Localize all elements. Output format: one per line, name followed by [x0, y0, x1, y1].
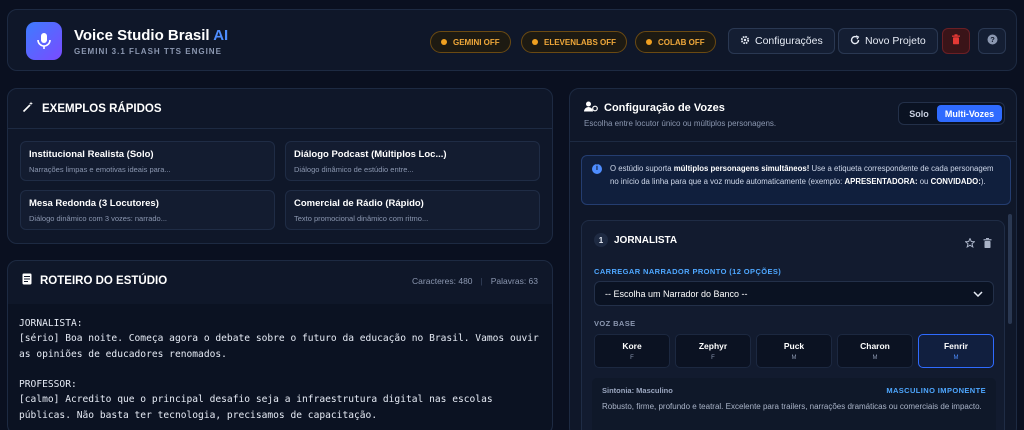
- gear-icon: [740, 35, 750, 48]
- preset-label: CARREGAR NARRADOR PRONTO (12 OPÇÕES): [594, 267, 782, 276]
- info-icon: i: [592, 164, 602, 174]
- voice-gender: F: [711, 355, 715, 361]
- voice-option-charon[interactable]: Charon M: [837, 334, 913, 368]
- voice-option-puck[interactable]: Puck M: [756, 334, 832, 368]
- example-card[interactable]: Comercial de Rádio (Rápido) Texto promoc…: [285, 190, 540, 230]
- voice-gender: M: [953, 355, 959, 361]
- voice-description: Robusto, firme, profundo e teatral. Exce…: [602, 402, 982, 411]
- gemini-status-badge: GEMINI OFF: [430, 31, 511, 53]
- status-dot-icon: [646, 39, 652, 45]
- voices-scrollbar[interactable]: [1008, 209, 1012, 430]
- refresh-icon: [850, 34, 860, 48]
- quick-examples-panel: EXEMPLOS RÁPIDOS Institucional Realista …: [7, 88, 553, 244]
- magic-wand-icon: [22, 101, 34, 116]
- divider: [570, 141, 1016, 142]
- example-desc: Narrações limpas e emotivas ideais para.…: [29, 165, 171, 174]
- delete-project-button[interactable]: [942, 28, 970, 54]
- char-count: Caracteres: 480: [412, 276, 473, 286]
- divider: [8, 128, 552, 129]
- speaker-name: JORNALISTA: [614, 235, 678, 246]
- script-text[interactable]: JORNALISTA: [sério] Boa noite. Começa ag…: [19, 316, 539, 423]
- voice-option-kore[interactable]: Kore F: [594, 334, 670, 368]
- app-title: Voice Studio Brasil AI: [74, 27, 229, 44]
- svg-text:?: ?: [990, 35, 995, 44]
- example-desc: Texto promocional dinâmico com ritmo...: [294, 214, 429, 223]
- voice-gender: F: [630, 355, 634, 361]
- help-icon: ?: [987, 32, 998, 50]
- voice-config-subtitle: Escolha entre locutor único ou múltiplos…: [584, 119, 777, 128]
- speaker-number: 1: [594, 233, 608, 247]
- status-dot-icon: [532, 39, 538, 45]
- trash-icon: [951, 32, 961, 50]
- multi-voice-info: i O estúdio suporta múltiplos personagen…: [581, 155, 1011, 205]
- example-title: Comercial de Rádio (Rápido): [294, 198, 424, 209]
- voice-gender: M: [791, 355, 797, 361]
- examples-header: EXEMPLOS RÁPIDOS: [22, 101, 162, 116]
- help-button[interactable]: ?: [978, 28, 1006, 54]
- new-project-button[interactable]: Novo Projeto: [838, 28, 938, 54]
- app-header: Voice Studio Brasil AI GEMINI 3.1 FLASH …: [7, 9, 1017, 71]
- studio-script-panel: ROTEIRO DO ESTÚDIO Caracteres: 480 | Pal…: [7, 260, 553, 430]
- example-card[interactable]: Mesa Redonda (3 Locutores) Diálogo dinâm…: [20, 190, 275, 230]
- colab-status-badge: COLAB OFF: [635, 31, 716, 53]
- mode-multi-button[interactable]: Multi-Vozes: [937, 105, 1002, 122]
- users-cog-icon: [584, 101, 598, 115]
- preset-selected-value: -- Escolha um Narrador do Banco --: [605, 288, 748, 299]
- voice-config-title: Configuração de Vozes: [604, 102, 725, 114]
- word-count: Palavras: 63: [490, 276, 538, 286]
- voice-name: Fenrir: [943, 341, 969, 351]
- example-desc: Diálogo dinâmico de estúdio entre...: [294, 165, 414, 174]
- voice-option-fenrir[interactable]: Fenrir M: [918, 334, 994, 368]
- example-card[interactable]: Diálogo Podcast (Múltiplos Loc...) Diálo…: [285, 141, 540, 181]
- count-separator: |: [480, 276, 483, 286]
- script-counts: Caracteres: 480 | Palavras: 63: [412, 276, 538, 286]
- voice-config-header: Configuração de Vozes: [584, 101, 725, 115]
- elevenlabs-status-badge: ELEVENLABS OFF: [521, 31, 628, 53]
- voice-option-zephyr[interactable]: Zephyr F: [675, 334, 751, 368]
- examples-title: EXEMPLOS RÁPIDOS: [42, 102, 162, 115]
- chevron-down-icon: [973, 289, 983, 299]
- voice-tuning-box: Sintonia: Masculino MASCULINO IMPONENTE …: [592, 378, 996, 430]
- script-editor[interactable]: JORNALISTA: [sério] Boa noite. Começa ag…: [8, 304, 552, 430]
- example-title: Institucional Realista (Solo): [29, 149, 154, 160]
- example-card[interactable]: Institucional Realista (Solo) Narrações …: [20, 141, 275, 181]
- microphone-logo-icon: [26, 22, 62, 60]
- script-title: ROTEIRO DO ESTÚDIO: [40, 274, 168, 287]
- example-title: Mesa Redonda (3 Locutores): [29, 198, 159, 209]
- document-icon: [22, 273, 32, 288]
- app-subtitle: GEMINI 3.1 FLASH TTS ENGINE: [74, 47, 222, 56]
- example-desc: Diálogo dinâmico com 3 vozes: narrado...: [29, 214, 167, 223]
- voice-mode-toggle: Solo Multi-Vozes: [898, 102, 1005, 125]
- voice-profile-badge: MASCULINO IMPONENTE: [886, 386, 986, 395]
- voice-gender: M: [872, 355, 878, 361]
- star-icon[interactable]: [964, 235, 976, 253]
- voice-name: Zephyr: [698, 341, 728, 351]
- speaker-card: 1 JORNALISTA CARREGAR NARRADOR PRONTO (1…: [581, 220, 1005, 430]
- trash-icon[interactable]: [983, 235, 992, 253]
- settings-button[interactable]: Configurações: [728, 28, 835, 54]
- voice-name: Kore: [622, 341, 642, 351]
- base-voice-label: VOZ BASE: [594, 319, 636, 328]
- mode-solo-button[interactable]: Solo: [901, 105, 937, 122]
- status-dot-icon: [441, 39, 447, 45]
- voice-config-panel: Configuração de Vozes Escolha entre locu…: [569, 88, 1017, 430]
- narrator-preset-select[interactable]: -- Escolha um Narrador do Banco --: [594, 281, 994, 306]
- speaker-actions: [964, 235, 992, 253]
- ai-badge: AI: [213, 27, 229, 44]
- script-header: ROTEIRO DO ESTÚDIO: [22, 273, 167, 288]
- voice-name: Charon: [860, 341, 890, 351]
- example-title: Diálogo Podcast (Múltiplos Loc...): [294, 149, 447, 160]
- voice-name: Puck: [783, 341, 805, 351]
- scrollbar-thumb[interactable]: [1008, 214, 1012, 324]
